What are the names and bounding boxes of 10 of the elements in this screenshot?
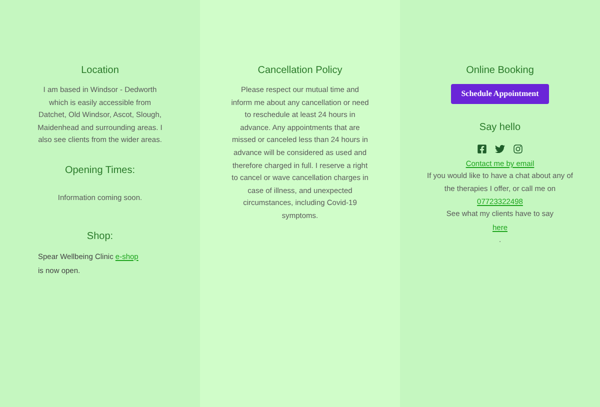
section-heading: Online Booking: [466, 64, 534, 78]
section-heading: Cancellation Policy: [258, 64, 342, 78]
section-heading: Shop:: [86, 230, 114, 244]
facebook-icon[interactable]: [477, 144, 487, 154]
section-heading: Location: [81, 64, 119, 78]
instagram-icon[interactable]: [513, 144, 523, 154]
section-heading: Opening Times:: [64, 164, 136, 178]
twitter-icon[interactable]: [495, 144, 505, 154]
section-heading: Say hello: [479, 121, 521, 135]
schedule-button[interactable]: Schedule Appointment: [451, 84, 549, 104]
